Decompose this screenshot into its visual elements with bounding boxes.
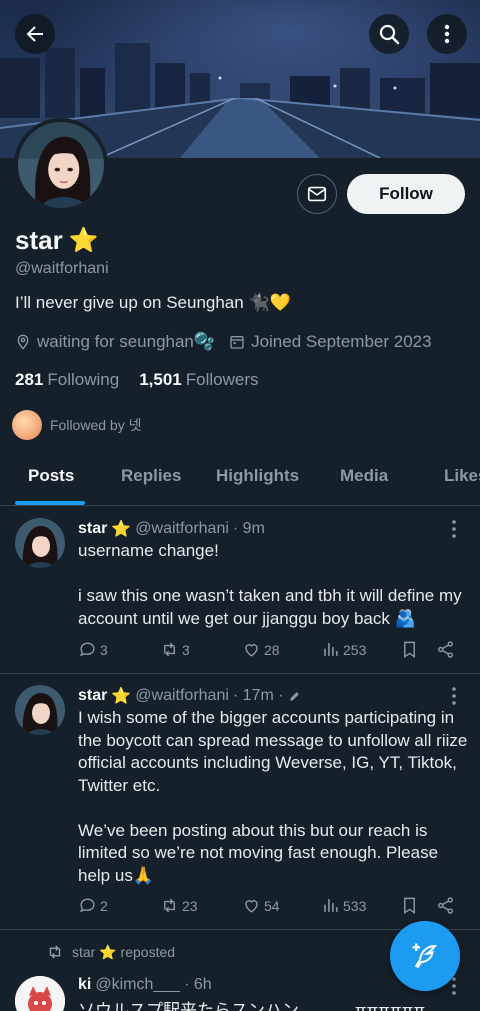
tweet-author-name[interactable]: star <box>78 520 107 538</box>
location-item: waiting for seunghan🫧 <box>15 332 215 352</box>
reply-count: 3 <box>100 641 108 658</box>
reply-button[interactable]: 3 <box>78 640 108 659</box>
tweet-author-avatar[interactable] <box>15 685 65 735</box>
repost-icon <box>164 642 175 657</box>
tab-highlights[interactable]: Highlights <box>216 466 299 486</box>
tweet-author-name[interactable]: ki <box>78 976 91 994</box>
tweet-header: star ⭐ @waitforhani · 9m <box>78 519 265 539</box>
profile-avatar[interactable] <box>14 118 108 212</box>
profile-meta: waiting for seunghan🫧 Joined September 2… <box>15 332 446 352</box>
anime-girl-avatar-image <box>15 518 65 568</box>
tweet-text: username change! i saw this one wasn’t t… <box>78 541 462 628</box>
pencil-edited-icon <box>289 691 299 701</box>
repost-button[interactable]: 23 <box>160 896 198 915</box>
view-count: 253 <box>343 641 367 658</box>
reply-button[interactable]: 2 <box>78 896 108 915</box>
view-count: 533 <box>343 897 367 914</box>
joined-item: Joined September 2023 <box>229 332 432 352</box>
reply-bubble-icon <box>80 898 95 913</box>
reply-bubble-icon <box>80 642 95 657</box>
tweet-author-handle[interactable]: @kimch___ <box>95 976 180 994</box>
tab-likes[interactable]: Likes <box>444 466 480 486</box>
arrow-left-icon <box>26 26 43 42</box>
compose-button[interactable] <box>390 921 460 991</box>
share-icon[interactable] <box>436 640 455 659</box>
tweet-text: I wish some of the bigger accounts parti… <box>78 708 468 885</box>
tweet-time: · 6h <box>184 976 212 993</box>
bar-chart-icon <box>324 899 338 912</box>
profile-name-text: star <box>15 225 63 255</box>
heart-icon <box>245 900 258 913</box>
profile-handle: @waitforhani <box>15 260 109 277</box>
location-text: waiting for seunghan🫧 <box>37 332 216 351</box>
star-emoji: ⭐ <box>68 227 99 254</box>
tweet-author-avatar[interactable] <box>15 518 65 568</box>
share-icon[interactable] <box>436 896 455 915</box>
tweet-actions: 2 23 54 533 <box>78 896 468 918</box>
tweet-author-avatar[interactable] <box>15 976 65 1011</box>
back-button[interactable] <box>15 14 55 54</box>
views-button[interactable]: 533 <box>321 896 366 915</box>
followers-link[interactable]: 1,501 Followers <box>139 370 258 390</box>
tweet-author-handle[interactable]: @waitforhani <box>135 520 229 538</box>
reply-count: 2 <box>100 897 108 914</box>
tweet-time: · 9m <box>232 520 265 537</box>
follower-avatar <box>12 410 42 440</box>
tweet-header: star ⭐ @waitforhani · 17m · <box>78 686 301 706</box>
more-vertical-icon <box>444 24 450 44</box>
views-button[interactable]: 253 <box>321 640 366 659</box>
tweet-author-handle[interactable]: @waitforhani <box>135 687 229 705</box>
tab-posts[interactable]: Posts <box>28 466 74 486</box>
cartoon-avatar-image <box>15 976 65 1011</box>
tweet-author-name[interactable]: star <box>78 687 107 705</box>
repost-count: 3 <box>182 641 190 658</box>
followed-by[interactable]: Followed by 넷 <box>12 410 141 440</box>
repost-text[interactable]: star ⭐ reposted <box>72 944 175 961</box>
anime-girl-avatar-image <box>15 685 65 735</box>
more-vertical-icon[interactable] <box>446 686 462 706</box>
star-emoji: ⭐ <box>111 521 132 538</box>
search-button[interactable] <box>369 14 409 54</box>
like-count: 28 <box>264 641 280 658</box>
bar-chart-icon <box>324 643 338 656</box>
repost-button[interactable]: 3 <box>160 640 190 659</box>
tab-media[interactable]: Media <box>340 466 388 486</box>
bookmark-icon[interactable] <box>400 896 419 915</box>
profile-tabs: Posts Replies Highlights Media Likes <box>0 448 480 506</box>
joined-text: Joined September 2023 <box>251 332 432 351</box>
tweet[interactable]: star ⭐ @waitforhani · 17m · I wish some … <box>0 674 480 929</box>
location-pin-icon <box>17 334 29 350</box>
more-vertical-icon[interactable] <box>446 519 462 539</box>
bookmark-icon[interactable] <box>400 640 419 659</box>
repost-icon <box>164 898 175 913</box>
like-button[interactable]: 54 <box>242 896 280 915</box>
follow-counts: 281 Following 1,501 Followers <box>15 370 258 390</box>
active-tab-indicator <box>15 501 85 505</box>
star-emoji: ⭐ <box>111 688 132 705</box>
feather-plus-icon <box>412 943 438 968</box>
calendar-icon <box>230 336 244 349</box>
search-icon <box>379 24 400 45</box>
more-options-button[interactable] <box>427 14 467 54</box>
tab-replies[interactable]: Replies <box>121 466 181 486</box>
tweet[interactable]: star ⭐ @waitforhani · 9m username change… <box>0 506 480 674</box>
heart-icon <box>245 644 258 657</box>
like-button[interactable]: 28 <box>242 640 280 659</box>
tweet-time: · 17m · <box>232 687 284 704</box>
message-button[interactable] <box>297 174 337 214</box>
tweet-actions: 3 3 28 253 <box>78 640 468 662</box>
anime-girl-avatar-image <box>18 122 104 208</box>
envelope-icon <box>307 186 327 202</box>
profile-bio: I’ll never give up on Seunghan 🐈‍⬛💛 <box>15 293 291 312</box>
repost-icon <box>49 945 61 959</box>
profile-name: star ⭐ <box>15 225 99 256</box>
following-link[interactable]: 281 Following <box>15 370 119 390</box>
followed-by-text: Followed by 넷 <box>50 417 142 433</box>
follow-button[interactable]: Follow <box>347 174 465 214</box>
tweet-text: ソウルスプ駅来たらスンハン……… ππππππ <box>78 1001 426 1011</box>
repost-indicator: star ⭐ reposted <box>46 943 175 961</box>
like-count: 54 <box>264 897 280 914</box>
tweet-header: ki @kimch___ · 6h <box>78 976 212 994</box>
repost-count: 23 <box>182 897 198 914</box>
